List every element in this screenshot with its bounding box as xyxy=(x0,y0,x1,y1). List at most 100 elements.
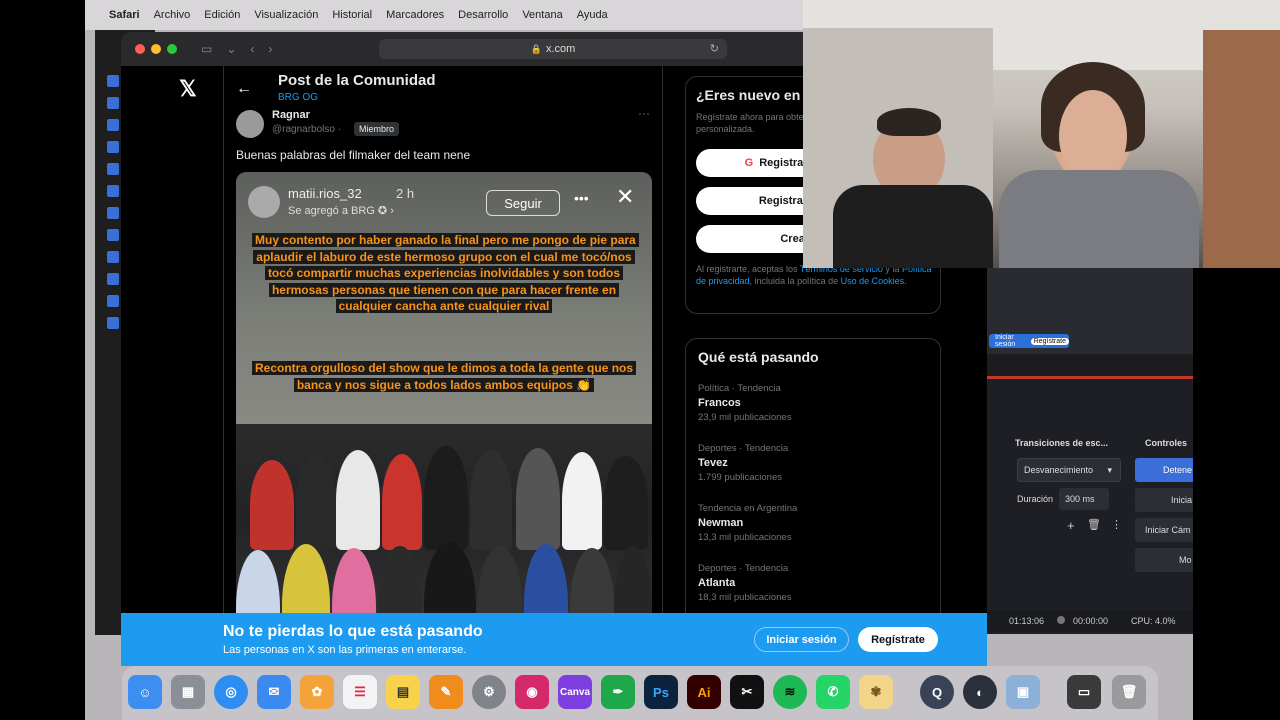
quicktime-icon[interactable]: Q xyxy=(920,675,954,709)
stop-stream-button[interactable]: Detene xyxy=(1135,458,1193,482)
chevron-down-icon: ▾ xyxy=(1107,464,1112,475)
notes-icon[interactable]: ▤ xyxy=(386,675,420,709)
preview-icon[interactable]: ▣ xyxy=(1006,675,1040,709)
add-icon[interactable]: + xyxy=(1067,518,1075,533)
person-shape xyxy=(424,446,468,550)
person-shape xyxy=(382,454,422,550)
story-added-label: Se agregó a BRG xyxy=(288,205,375,217)
menu-item[interactable]: Ventana xyxy=(522,9,562,21)
zoom-window-button[interactable] xyxy=(167,44,177,54)
finder-icon[interactable]: ☺ xyxy=(128,675,162,709)
settings-icon[interactable]: ⚙ xyxy=(472,675,506,709)
reminders-icon[interactable]: ☰ xyxy=(343,675,377,709)
trash-icon[interactable]: 🗑 xyxy=(1112,675,1146,709)
post-column: ← Post de la Comunidad BRG OG Ragnar @ra… xyxy=(223,66,663,666)
trends-title: Qué está pasando xyxy=(698,349,819,365)
menu-item[interactable]: Ayuda xyxy=(577,9,608,21)
feather-icon[interactable]: ✒ xyxy=(601,675,635,709)
back-arrow-icon[interactable]: ← xyxy=(236,80,252,98)
safari-icon[interactable]: ◎ xyxy=(214,675,248,709)
file-icon xyxy=(107,295,119,307)
story-avatar xyxy=(248,186,280,218)
paw-icon[interactable]: ✾ xyxy=(859,675,893,709)
back-nav-icon[interactable]: ‹ xyxy=(250,42,254,56)
banner-subtitle: Las personas en X son las primeras en en… xyxy=(223,644,467,656)
obs-icon[interactable]: ◐ xyxy=(963,675,997,709)
transition-value: Desvanecimiento xyxy=(1024,465,1094,475)
register-button[interactable]: Regístrate xyxy=(858,627,938,652)
person-hair xyxy=(877,108,941,136)
duration-label: Duración xyxy=(1017,494,1054,504)
menu-item[interactable]: Marcadores xyxy=(386,9,444,21)
person-face xyxy=(1059,90,1127,182)
trend-name: Newman xyxy=(698,517,744,529)
trend-item[interactable]: Política · Tendencia Francos 23,9 mil pu… xyxy=(698,383,791,423)
more-vertical-icon[interactable]: ⋮ xyxy=(1111,518,1122,531)
close-window-button[interactable] xyxy=(135,44,145,54)
trend-item[interactable]: Tendencia en Argentina Newman 13,3 mil p… xyxy=(698,503,797,543)
record-time: 00:00:00 xyxy=(1073,616,1109,626)
canva-icon[interactable]: Canva xyxy=(558,675,592,709)
minimize-window-button[interactable] xyxy=(151,44,161,54)
start-recording-button[interactable]: Inicia xyxy=(1135,488,1193,512)
person-shape xyxy=(470,450,512,550)
studio-mode-button[interactable]: Mo xyxy=(1135,548,1193,572)
trend-count: 13,3 mil publicaciones xyxy=(698,532,792,543)
photobooth-icon[interactable]: ▭ xyxy=(1067,675,1101,709)
photos-icon[interactable]: ✿ xyxy=(300,675,334,709)
menu-item[interactable]: Edición xyxy=(204,9,240,21)
trend-name: Atlanta xyxy=(698,577,736,589)
launchpad-icon[interactable]: ▦ xyxy=(171,675,205,709)
chevron-down-icon[interactable]: ⌄ xyxy=(226,42,236,56)
instagram-icon[interactable]: ◉ xyxy=(515,675,549,709)
menu-item[interactable]: Archivo xyxy=(154,9,191,21)
avatar[interactable] xyxy=(236,110,264,138)
author-handle-text: @ragnarbolso xyxy=(272,124,335,135)
photoshop-icon[interactable]: Ps xyxy=(644,675,678,709)
more-options-icon[interactable]: ··· xyxy=(638,106,650,120)
person-shape xyxy=(336,450,380,550)
person-shirt xyxy=(999,170,1199,268)
menu-app[interactable]: Safari xyxy=(109,9,140,21)
story-follow-button: Seguir xyxy=(486,190,560,216)
file-icon xyxy=(107,273,119,285)
menu-item[interactable]: Visualización xyxy=(254,9,318,21)
duration-input[interactable]: 300 ms xyxy=(1059,488,1109,510)
trash-icon[interactable]: 🗑 xyxy=(1087,518,1101,531)
file-icon xyxy=(107,97,119,109)
whatsapp-icon[interactable]: ✆ xyxy=(816,675,850,709)
cookies-link[interactable]: Uso de Cookies xyxy=(841,276,905,286)
login-banner: No te pierdas lo que está pasando Las pe… xyxy=(121,613,987,666)
dock: ☺ ▦ ◎ ✉ ✿ ☰ ▤ ✎ ⚙ ◉ Canva ✒ Ps Ai ✂ ≋ ✆ … xyxy=(122,666,1158,720)
file-icon xyxy=(107,163,119,175)
trend-category: Tendencia en Argentina xyxy=(698,503,798,514)
menu-item[interactable]: Desarrollo xyxy=(458,9,508,21)
sidebar-toggle-icon[interactable]: ▭ xyxy=(201,42,212,56)
capcut-icon[interactable]: ✂ xyxy=(730,675,764,709)
virtual-camera-button[interactable]: Iniciar Cám xyxy=(1135,518,1193,542)
transition-select[interactable]: Desvanecimiento ▾ xyxy=(1017,458,1121,482)
legal-text: Al registrarte, aceptas los xyxy=(696,264,800,274)
menu-item[interactable]: Historial xyxy=(332,9,372,21)
author-handle[interactable]: @ragnarbolso · xyxy=(272,124,341,135)
author-name[interactable]: Ragnar xyxy=(272,109,310,121)
community-link[interactable]: BRG OG xyxy=(278,92,318,103)
login-button[interactable]: Iniciar sesión xyxy=(754,627,849,652)
forward-nav-icon[interactable]: › xyxy=(268,42,272,56)
address-bar[interactable]: 🔒 x.com ↻ xyxy=(379,39,727,59)
obs-controls-header: Controles xyxy=(1145,438,1188,448)
illustrator-icon[interactable]: Ai xyxy=(687,675,721,709)
spotify-icon[interactable]: ≋ xyxy=(773,675,807,709)
trend-name: Tevez xyxy=(698,457,728,469)
file-icon xyxy=(107,185,119,197)
reload-icon[interactable]: ↻ xyxy=(710,42,719,55)
pages-icon[interactable]: ✎ xyxy=(429,675,463,709)
x-logo-icon[interactable]: 𝕏 xyxy=(179,76,197,102)
post-media[interactable]: matii.rios_32 2 h Se agregó a BRG ✪ › Se… xyxy=(236,172,652,666)
mini-login: Iniciar sesión xyxy=(995,334,1016,348)
shelf xyxy=(1203,30,1280,268)
file-icon xyxy=(107,207,119,219)
trend-item[interactable]: Deportes · Tendencia Tevez 1.799 publica… xyxy=(698,443,788,483)
trend-item[interactable]: Deportes · Tendencia Atlanta 18,3 mil pu… xyxy=(698,563,791,603)
mail-icon[interactable]: ✉ xyxy=(257,675,291,709)
